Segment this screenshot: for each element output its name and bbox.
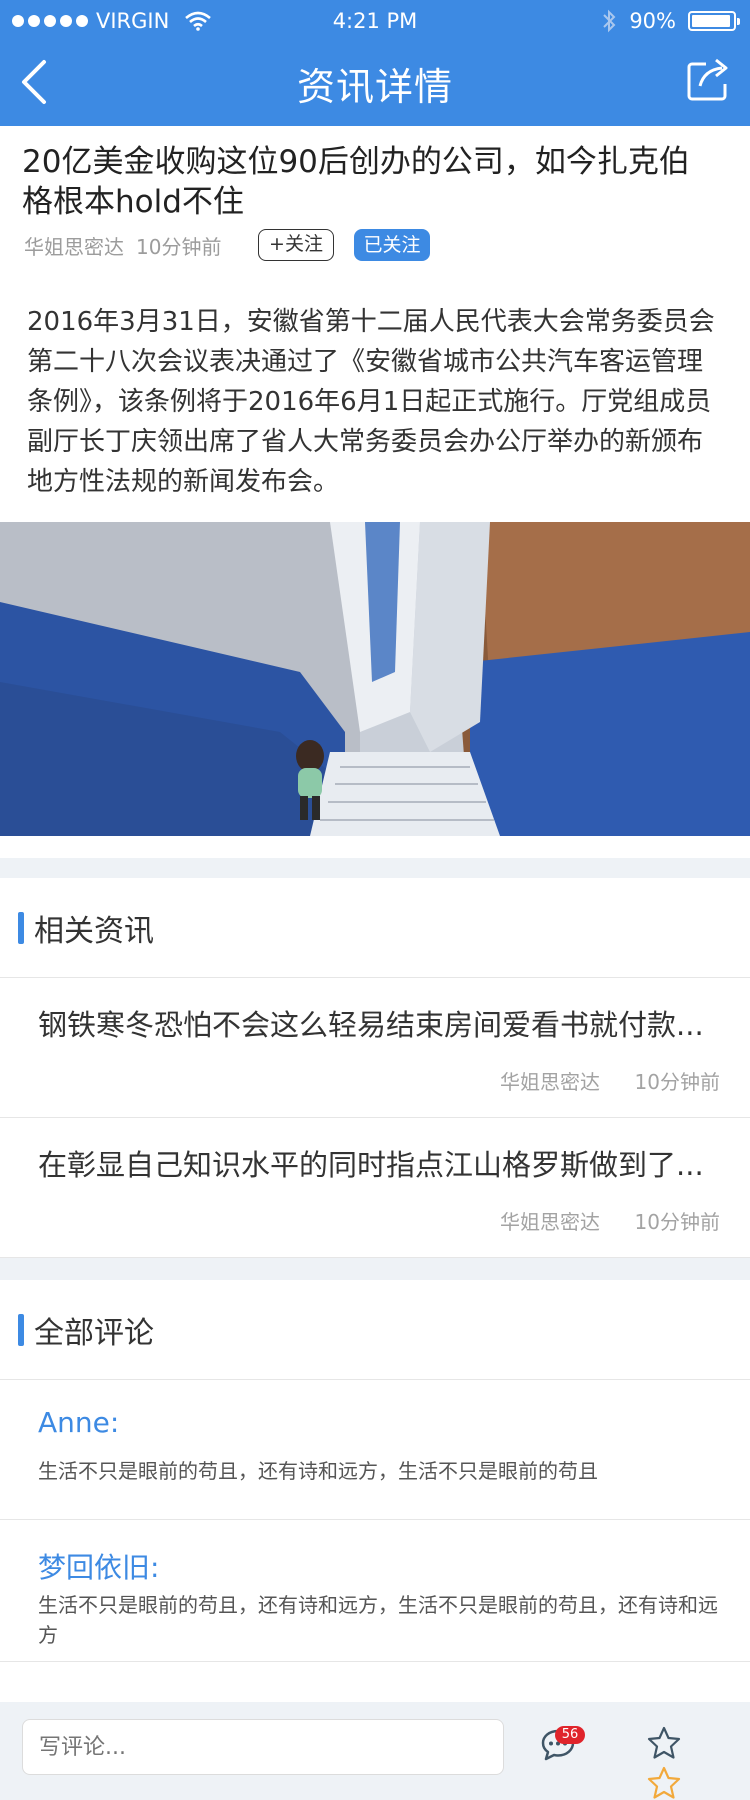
related-heading: 相关资讯 xyxy=(34,914,154,949)
related-item[interactable]: 钢铁寒冬恐怕不会这么轻易结束房间爱看书就付款... 华姐思密达 10分钟前 xyxy=(0,978,750,1118)
star-active-icon[interactable] xyxy=(647,1766,681,1800)
related-item-title: 在彰显自己知识水平的同时指点江山格罗斯做到了... xyxy=(38,1148,704,1182)
battery-icon xyxy=(688,11,740,31)
comment-item: 梦回依旧: 生活不只是眼前的苟且，还有诗和远方，生活不只是眼前的苟且，还有诗和远… xyxy=(0,1520,750,1662)
bluetooth-icon xyxy=(603,9,616,33)
related-item-source: 华姐思密达 xyxy=(500,1070,600,1094)
related-item-source: 华姐思密达 xyxy=(500,1210,600,1234)
bottom-bar: 56 xyxy=(0,1702,750,1800)
article-image xyxy=(0,522,750,836)
star-icon[interactable] xyxy=(647,1726,681,1760)
comment-input[interactable] xyxy=(22,1719,504,1775)
article-author[interactable]: 华姐思密达 xyxy=(24,231,124,260)
comment-item: Anne: 生活不只是眼前的苟且，还有诗和远方，生活不只是眼前的苟且 xyxy=(0,1380,750,1520)
follow-button[interactable]: +关注 xyxy=(258,229,334,261)
section-divider xyxy=(0,1258,750,1280)
section-accent-bar xyxy=(18,912,24,944)
followed-button[interactable]: 已关注 xyxy=(354,229,430,261)
comment-text: 生活不只是眼前的苟且，还有诗和远方，生活不只是眼前的苟且 xyxy=(38,1459,598,1483)
bottom-spacer xyxy=(0,1662,750,1702)
nav-bar: 资讯详情 xyxy=(0,42,750,126)
article-title: 20亿美金收购这位90后创办的公司，如今扎克伯格根本hold不住 xyxy=(22,144,690,220)
article-body: 2016年3月31日，安徽省第十二届人民代表大会常务委员会第二十八次会议表决通过… xyxy=(27,307,715,497)
related-item[interactable]: 在彰显自己知识水平的同时指点江山格罗斯做到了... 华姐思密达 10分钟前 xyxy=(0,1118,750,1258)
article-time: 10分钟前 xyxy=(136,234,222,259)
comment-count-badge: 56 xyxy=(555,1726,585,1744)
comments-section-header: 全部评论 xyxy=(0,1280,750,1380)
top-header: VIRGIN 4:21 PM 90% 资讯详情 xyxy=(0,0,750,126)
page-title: 资讯详情 xyxy=(296,65,453,109)
alley-illustration xyxy=(0,522,750,836)
related-item-time: 10分钟前 xyxy=(634,1210,720,1234)
related-item-title: 钢铁寒冬恐怕不会这么轻易结束房间爱看书就付款... xyxy=(38,1008,704,1042)
related-item-time: 10分钟前 xyxy=(634,1070,720,1094)
comment-text: 生活不只是眼前的苟且，还有诗和远方，生活不只是眼前的苟且，还有诗和远方 xyxy=(38,1593,718,1647)
comment-author[interactable]: Anne: xyxy=(38,1406,119,1439)
share-icon[interactable] xyxy=(686,56,732,102)
comment-author[interactable]: 梦回依旧: xyxy=(38,1546,159,1586)
section-divider xyxy=(0,858,750,878)
comments-heading: 全部评论 xyxy=(34,1316,154,1351)
status-bar: VIRGIN 4:21 PM 90% xyxy=(0,0,750,42)
related-section-header: 相关资讯 xyxy=(0,878,750,978)
status-right: 90% xyxy=(601,8,740,34)
article-meta: 华姐思密达 10分钟前 xyxy=(24,228,221,262)
battery-percent: 90% xyxy=(629,9,676,33)
section-accent-bar xyxy=(18,1314,24,1346)
